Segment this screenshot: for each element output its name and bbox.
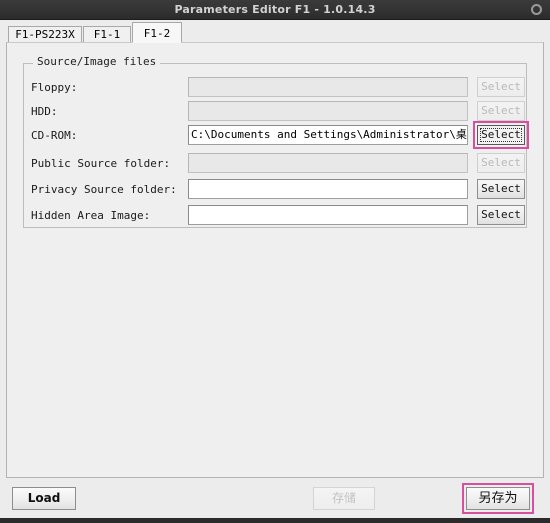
window-title: Parameters Editor F1 - 1.0.14.3 — [174, 3, 376, 16]
title-bar: Parameters Editor F1 - 1.0.14.3 — [0, 0, 550, 20]
save-button: 存储 — [313, 487, 375, 510]
select-button-label-hidden-area-image: Select — [481, 208, 521, 221]
input-cd-rom[interactable]: C:\Documents and Settings\Administrator\… — [188, 125, 468, 145]
input-public-source-folder — [188, 153, 468, 173]
tab-panel-f1-2: Source/Image files Floppy: Select HDD: Sele… — [6, 42, 544, 478]
label-floppy: Floppy: — [31, 81, 78, 94]
load-button[interactable]: Load — [12, 487, 76, 510]
tab-strip: F1-PS223X F1-1 F1-2 — [0, 20, 550, 43]
select-button-label-public-source-folder: Select — [481, 156, 521, 169]
input-hidden-area-image[interactable] — [188, 205, 468, 225]
input-floppy — [188, 77, 468, 97]
select-button-label-privacy-source-folder: Select — [481, 182, 521, 195]
save-as-button[interactable]: 另存为 — [466, 487, 530, 510]
tab-f1-ps223x[interactable]: F1-PS223X — [8, 26, 82, 43]
row-cd-rom: CD-ROM: C:\Documents and Settings\Adminis… — [31, 121, 543, 149]
bottom-button-bar: Load 存储 另存为 — [0, 480, 550, 518]
row-hidden-area-image: Hidden Area Image: Select — [31, 205, 543, 227]
row-public-source-folder: Public Source folder: Select — [31, 153, 543, 175]
label-cd-rom: CD-ROM: — [31, 129, 78, 142]
row-floppy: Floppy: Select — [31, 77, 543, 99]
row-hdd: HDD: Select — [31, 101, 543, 123]
select-button-label-floppy: Select — [481, 80, 521, 93]
select-button-floppy: Select — [477, 77, 525, 97]
select-button-hidden-area-image[interactable]: Select — [477, 205, 525, 225]
tab-f1-1[interactable]: F1-1 — [83, 26, 131, 43]
select-button-label-cd-rom: Select — [481, 128, 521, 141]
tab-f1-2[interactable]: F1-2 — [132, 22, 182, 43]
group-legend: Source/Image files — [33, 56, 161, 68]
select-button-label-hdd: Select — [481, 104, 521, 117]
input-privacy-source-folder[interactable] — [188, 179, 468, 199]
parameters-editor-window: Parameters Editor F1 - 1.0.14.3 F1-PS223… — [0, 0, 550, 523]
label-hidden-area-image: Hidden Area Image: — [31, 209, 151, 222]
window-footer-strip — [0, 518, 550, 523]
close-circle-icon[interactable] — [531, 4, 542, 15]
label-hdd: HDD: — [31, 105, 58, 118]
label-privacy-source-folder: Privacy Source folder: — [31, 183, 177, 196]
select-button-cd-rom[interactable]: Select — [477, 125, 525, 145]
select-button-hdd: Select — [477, 101, 525, 121]
input-hdd — [188, 101, 468, 121]
select-button-privacy-source-folder[interactable]: Select — [477, 179, 525, 199]
label-public-source-folder: Public Source folder: — [31, 157, 171, 170]
row-privacy-source-folder: Privacy Source folder: Select — [31, 179, 543, 201]
select-button-public-source-folder: Select — [477, 153, 525, 173]
